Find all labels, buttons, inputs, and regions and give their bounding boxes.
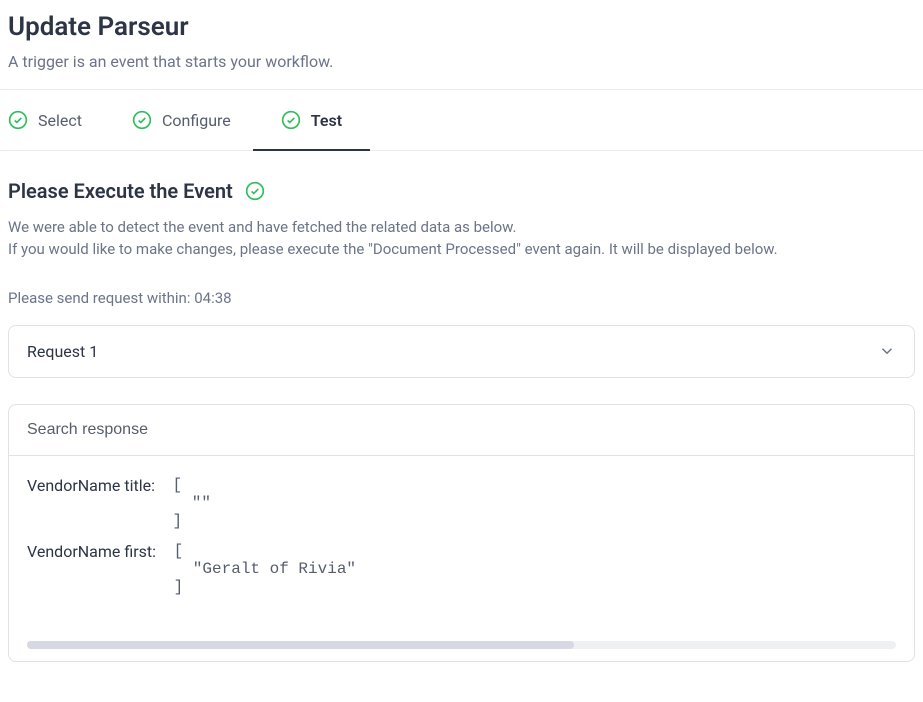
response-row: VendorName first: [ "Geralt of Rivia" ] [27, 542, 896, 596]
search-input[interactable] [9, 405, 914, 455]
section-description-line2: If you would like to make changes, pleas… [8, 239, 915, 261]
check-circle-icon [245, 181, 265, 201]
countdown-text: Please send request within: 04:38 [8, 289, 915, 307]
tab-select[interactable]: Select [8, 90, 82, 150]
response-key: VendorName title: [27, 476, 155, 530]
search-bar [9, 405, 914, 456]
tab-label: Select [38, 111, 82, 130]
response-panel: VendorName title: [ "" ] VendorName firs… [8, 404, 915, 662]
response-value: [ "" ] [163, 476, 211, 530]
section-description-line1: We were able to detect the event and hav… [8, 217, 915, 239]
tabs: Select Configure Test [0, 90, 923, 151]
page-title: Update Parseur [8, 12, 915, 42]
check-circle-icon [8, 110, 28, 130]
horizontal-scrollbar-thumb[interactable] [27, 641, 574, 649]
chevron-down-icon [878, 342, 896, 360]
tab-label: Configure [162, 111, 231, 130]
section-title: Please Execute the Event [8, 179, 233, 203]
page-subtitle: A trigger is an event that starts your w… [8, 52, 915, 71]
request-selector[interactable]: Request 1 [8, 325, 915, 378]
tab-configure[interactable]: Configure [132, 90, 231, 150]
horizontal-scrollbar-track[interactable] [27, 641, 896, 649]
tab-test[interactable]: Test [281, 90, 342, 150]
check-circle-icon [281, 110, 301, 130]
request-selected-label: Request 1 [27, 342, 98, 361]
check-circle-icon [132, 110, 152, 130]
response-key: VendorName first: [27, 542, 156, 596]
response-row: VendorName title: [ "" ] [27, 476, 896, 530]
tab-label: Test [311, 111, 342, 130]
response-value: [ "Geralt of Rivia" ] [164, 542, 356, 596]
countdown-value: 04:38 [194, 289, 231, 307]
response-body[interactable]: VendorName title: [ "" ] VendorName firs… [9, 456, 914, 641]
